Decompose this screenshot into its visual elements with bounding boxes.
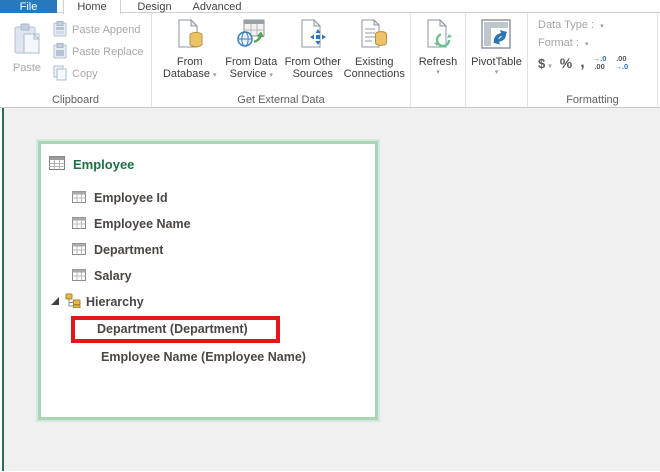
hierarchy-row[interactable]: Hierarchy (50, 289, 375, 315)
paste-clipboard-icon (12, 23, 42, 58)
paste-append-button[interactable]: Paste Append (52, 20, 144, 40)
field-row-employee-id[interactable]: Employee Id (72, 185, 375, 211)
from-other-sources-label-2: Sources (292, 68, 333, 80)
paste-replace-icon (52, 42, 68, 62)
comma-format-button[interactable]: , (580, 55, 584, 71)
decrease-decimal-button[interactable]: .00 →.0 (614, 55, 628, 71)
data-type-label: Data Type : (538, 19, 595, 31)
refresh-label: Refresh (418, 56, 458, 68)
from-data-service-label-2: Service ▾ (229, 68, 273, 80)
dropdown-caret-icon: ▾ (436, 69, 440, 76)
tab-design[interactable]: Design (127, 0, 182, 13)
column-icon (72, 242, 86, 258)
highlight-annotation-box: Department (Department) (71, 316, 280, 343)
dropdown-caret-icon: ▾ (600, 23, 604, 30)
field-label: Employee Id (94, 191, 168, 205)
hierarchy-label: Hierarchy (86, 295, 144, 309)
column-icon (72, 190, 86, 206)
group-get-external-data: From Database ▾ From Data Service ▾ From… (152, 13, 411, 107)
dropdown-caret-icon: ▾ (269, 72, 273, 79)
from-database-button[interactable]: From Database ▾ (159, 15, 221, 92)
refresh-icon (424, 18, 452, 52)
group-pivottable: PivotTable ▾ (466, 13, 528, 107)
dropdown-caret-icon: ▾ (213, 72, 217, 79)
existing-connections-label-1: Existing (354, 56, 394, 68)
pivottable-icon (480, 19, 512, 52)
column-icon (72, 216, 86, 232)
pivottable-button[interactable]: PivotTable ▾ (471, 15, 522, 92)
table-icon (49, 156, 65, 173)
refresh-button[interactable]: Refresh ▾ (418, 15, 458, 92)
get-external-data-group-label: Get External Data (237, 94, 325, 106)
data-service-icon (236, 19, 266, 52)
from-data-service-label-1: From Data (225, 56, 278, 68)
expander-expanded-icon[interactable] (50, 295, 60, 309)
from-other-sources-label-1: From Other (284, 56, 341, 68)
diagram-view-canvas[interactable]: Employee Employee Id Employee Name Depar… (0, 108, 660, 471)
column-icon (72, 268, 86, 284)
field-label: Department (94, 243, 164, 257)
dropdown-caret-icon: ▾ (548, 62, 552, 70)
formatting-group-label: Formatting (566, 94, 619, 106)
from-database-label-1: From (176, 56, 203, 68)
paste-replace-label: Paste Replace (72, 46, 144, 58)
clipboard-small-buttons: Paste Append Paste Replace Copy (52, 15, 144, 92)
group-formatting: Data Type : ▾ Format : ▾ $ ▾ % , →.0 .00 … (528, 13, 658, 107)
from-data-service-button[interactable]: From Data Service ▾ (221, 15, 283, 92)
field-label: Salary (94, 269, 132, 283)
ribbon: Paste Paste Append Paste Replace Copy Cl… (0, 13, 660, 108)
dropdown-caret-icon: ▾ (585, 41, 589, 48)
copy-label: Copy (72, 68, 98, 80)
field-row-employee-name[interactable]: Employee Name (72, 211, 375, 237)
group-clipboard: Paste Paste Append Paste Replace Copy Cl… (0, 13, 152, 107)
paste-append-label: Paste Append (72, 24, 141, 36)
database-page-icon (176, 18, 204, 52)
data-type-dropdown[interactable]: Data Type : ▾ (538, 19, 653, 31)
employee-table-card[interactable]: Employee Employee Id Employee Name Depar… (38, 141, 378, 420)
format-dropdown[interactable]: Format : ▾ (538, 37, 653, 49)
existing-connections-label-2: Connections (343, 68, 405, 80)
field-row-salary[interactable]: Salary (72, 263, 375, 289)
existing-connections-button[interactable]: Existing Connections (344, 15, 406, 92)
existing-connections-icon (360, 18, 388, 52)
from-database-label-2: Database ▾ (162, 68, 217, 80)
paste-button[interactable]: Paste (2, 15, 52, 92)
formatting-buttons-row: $ ▾ % , →.0 .00 .00 →.0 (538, 55, 653, 72)
other-sources-icon (299, 18, 327, 52)
table-title: Employee (73, 157, 135, 172)
copy-button[interactable]: Copy (52, 65, 144, 83)
copy-icon (52, 65, 68, 84)
tab-file[interactable]: File (0, 0, 57, 13)
increase-decimal-button[interactable]: →.0 .00 (593, 55, 607, 71)
hierarchy-icon (65, 293, 81, 311)
pane-edge-line (2, 108, 4, 471)
currency-icon: $ (538, 55, 546, 71)
dropdown-caret-icon: ▾ (494, 69, 499, 76)
paste-append-icon (52, 20, 68, 40)
hierarchy-child-department[interactable]: Department (Department) (97, 322, 248, 336)
ribbon-tab-bar: File Home Design Advanced (0, 0, 660, 14)
from-other-sources-button[interactable]: From Other Sources (282, 15, 344, 92)
pivottable-label: PivotTable (471, 56, 522, 68)
paste-replace-button[interactable]: Paste Replace (52, 42, 144, 62)
currency-format-button[interactable]: $ ▾ (538, 56, 552, 71)
field-row-department[interactable]: Department (72, 237, 375, 263)
field-label: Employee Name (94, 217, 191, 231)
tab-advanced[interactable]: Advanced (185, 0, 249, 13)
format-label: Format : (538, 37, 579, 49)
table-title-row[interactable]: Employee (49, 156, 375, 173)
clipboard-group-label: Clipboard (51, 94, 100, 106)
percent-format-button[interactable]: % (560, 55, 572, 71)
group-refresh: Refresh ▾ (411, 13, 466, 107)
tab-home[interactable]: Home (63, 0, 121, 14)
paste-button-label: Paste (12, 62, 42, 74)
hierarchy-child-employee-name[interactable]: Employee Name (Employee Name) (101, 350, 375, 364)
